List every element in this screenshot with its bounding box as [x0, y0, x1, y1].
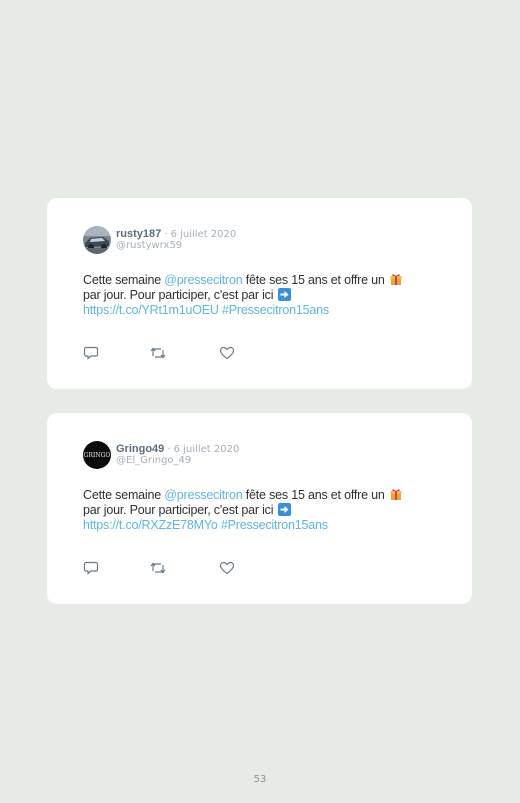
- tweet-link[interactable]: https://t.co/YRt1m1uOEU: [83, 303, 219, 317]
- retweet-button[interactable]: [150, 346, 166, 360]
- reply-icon: [83, 346, 99, 360]
- reply-icon: [83, 561, 99, 575]
- tweet-text: Cette semaine @pressecitron fête ses 15 …: [83, 488, 453, 533]
- like-button[interactable]: [219, 346, 235, 360]
- retweet-icon: [150, 562, 166, 574]
- car-photo-avatar-icon: [83, 226, 111, 254]
- retweet-button[interactable]: [150, 561, 166, 575]
- text-segment: par jour. Pour participer, c'est par ici: [83, 503, 274, 517]
- page-number: 53: [253, 774, 267, 785]
- tweet-date[interactable]: 6 juillet 2020: [171, 229, 237, 240]
- like-icon: [219, 561, 235, 575]
- text-segment: Cette semaine: [83, 273, 165, 287]
- reply-button[interactable]: [83, 561, 99, 575]
- tweet-card: GRINGO Gringo49 · 6 juillet 2020 @El_Gri…: [47, 413, 472, 604]
- hashtag-link[interactable]: #Pressecitron15ans: [221, 518, 328, 532]
- separator: ·: [164, 229, 168, 240]
- black-logo-avatar-icon: GRINGO: [83, 441, 111, 469]
- like-icon: [219, 346, 235, 360]
- arrow-right-icon: [277, 503, 291, 516]
- tweet-date[interactable]: 6 juillet 2020: [174, 444, 240, 455]
- retweet-icon: [150, 347, 166, 359]
- username[interactable]: rusty187: [116, 228, 161, 240]
- tweet-link[interactable]: https://t.co/RXZzE78MYo: [83, 518, 218, 532]
- avatar-logo-text: GRINGO: [84, 452, 111, 459]
- user-avatar[interactable]: [83, 226, 111, 254]
- user-avatar[interactable]: GRINGO: [83, 441, 111, 469]
- username[interactable]: Gringo49: [116, 443, 164, 455]
- like-button[interactable]: [219, 561, 235, 575]
- tweet-card: rusty187 · 6 juillet 2020 @rustywrx59 Ce…: [47, 198, 472, 389]
- arrow-right-icon: [277, 288, 291, 301]
- tweet-text: Cette semaine @pressecitron fête ses 15 …: [83, 273, 453, 318]
- text-segment: Cette semaine: [83, 488, 165, 502]
- gift-icon: [390, 274, 402, 285]
- mention-link[interactable]: @pressecitron: [164, 273, 242, 287]
- gift-icon: [390, 489, 402, 500]
- user-handle[interactable]: @rustywrx59: [116, 240, 182, 252]
- separator: ·: [167, 444, 171, 455]
- text-segment: fête ses 15 ans et offre un: [242, 273, 385, 287]
- text-segment: par jour. Pour participer, c'est par ici: [83, 288, 274, 302]
- text-segment: fête ses 15 ans et offre un: [242, 488, 385, 502]
- hashtag-link[interactable]: #Pressecitron15ans: [222, 303, 329, 317]
- reply-button[interactable]: [83, 346, 99, 360]
- user-handle[interactable]: @El_Gringo_49: [116, 455, 191, 467]
- mention-link[interactable]: @pressecitron: [164, 488, 242, 502]
